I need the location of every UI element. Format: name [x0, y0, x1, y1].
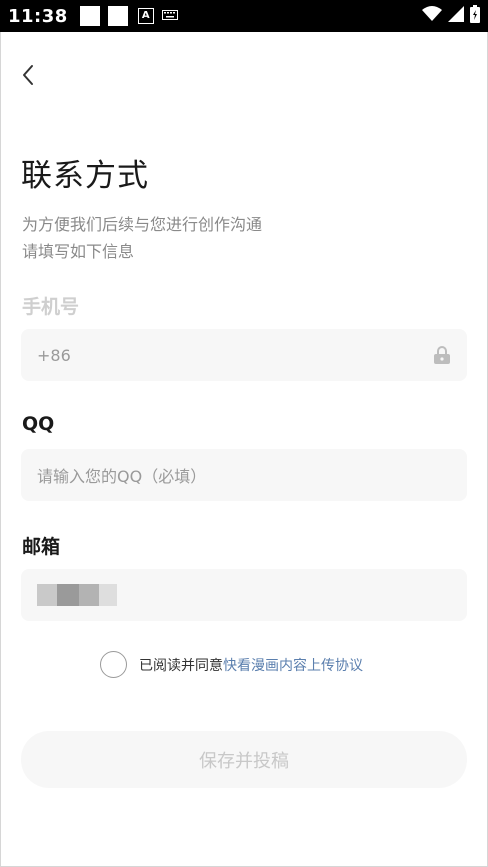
- qq-input[interactable]: 请输入您的QQ（必填）: [21, 449, 467, 501]
- save-and-submit-button[interactable]: 保存并投稿: [21, 731, 467, 788]
- agreement-row: 已阅读并同意 快看漫画内容上传协议: [100, 651, 363, 678]
- status-icons: [422, 5, 480, 27]
- notification-icon: [107, 6, 128, 26]
- qq-label: QQ: [22, 413, 55, 435]
- agreement-link[interactable]: 快看漫画内容上传协议: [223, 655, 363, 675]
- page-subtitle: 请填写如下信息: [22, 242, 135, 261]
- signal-icon: [448, 6, 464, 26]
- agreement-text: 已阅读并同意: [139, 657, 223, 674]
- keyboard-icon: [161, 9, 178, 23]
- back-button[interactable]: [16, 62, 40, 92]
- accessibility-icon: A: [137, 8, 154, 24]
- email-input[interactable]: [21, 569, 467, 621]
- status-time: 11:38: [8, 5, 68, 27]
- phone-field: +86: [21, 329, 467, 381]
- wifi-icon: [422, 6, 442, 26]
- notification-icon: [79, 6, 100, 26]
- phone-value: +86: [37, 345, 71, 365]
- email-value-redacted: [37, 584, 117, 606]
- qq-placeholder: 请输入您的QQ（必填）: [37, 467, 207, 486]
- email-label: 邮箱: [22, 536, 61, 558]
- phone-label: 手机号: [22, 296, 80, 318]
- agree-checkbox[interactable]: [100, 651, 127, 678]
- lock-icon: [433, 345, 451, 369]
- status-bar: 11:38 A: [0, 0, 488, 32]
- page-title: 联系方式: [21, 158, 149, 194]
- chevron-left-icon: [21, 64, 35, 90]
- page-subtitle: 为方便我们后续与您进行创作沟通: [22, 215, 263, 234]
- battery-icon: [470, 5, 480, 27]
